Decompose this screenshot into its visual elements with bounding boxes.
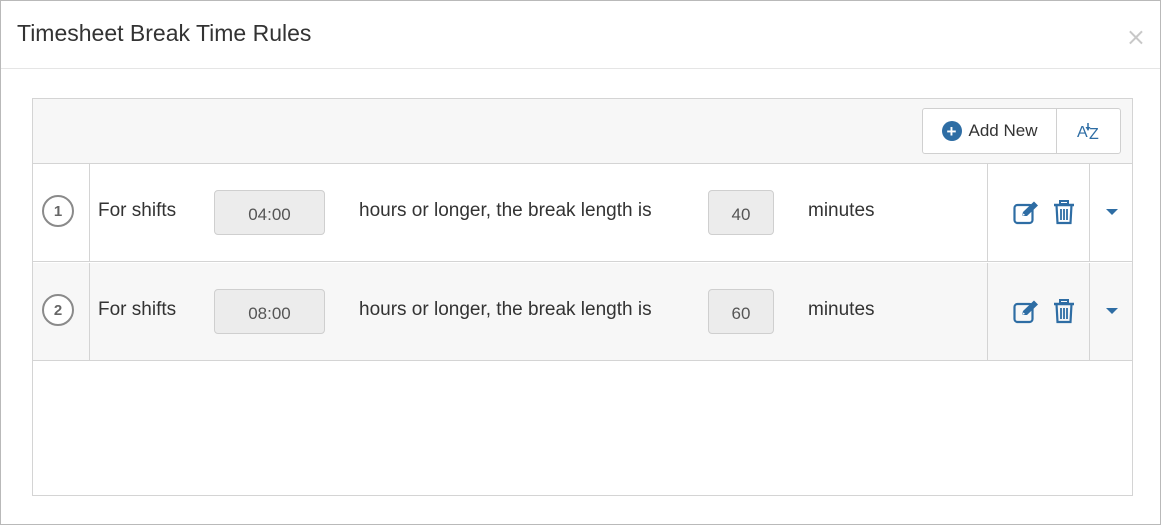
chevron-down-icon[interactable]: [1106, 209, 1118, 215]
edit-icon[interactable]: [1013, 299, 1040, 324]
rule-actions-cell: [987, 263, 1090, 360]
svg-text:A: A: [1077, 124, 1088, 141]
rules-panel: + Add New A Z 1 For shifts 04:00 hours o…: [32, 98, 1133, 496]
rule-prefix-text: For shifts: [98, 200, 177, 221]
plus-circle-icon: +: [941, 121, 962, 141]
trash-icon[interactable]: [1053, 200, 1075, 225]
minutes-field: 40: [708, 190, 774, 235]
rule-suffix-text: minutes: [808, 200, 875, 221]
trash-icon[interactable]: [1053, 299, 1075, 324]
sort-alpha-icon: A Z: [1077, 123, 1099, 142]
rule-number-badge: 2: [42, 294, 74, 326]
rule-middle-text: hours or longer, the break length is: [359, 200, 652, 221]
close-button[interactable]: ×: [1126, 25, 1146, 49]
svg-text:Z: Z: [1089, 126, 1099, 142]
rule-suffix-text: minutes: [808, 299, 875, 320]
rule-middle-text: hours or longer, the break length is: [359, 299, 652, 320]
rule-actions-cell: [987, 164, 1090, 261]
rules-toolbar: + Add New A Z: [33, 99, 1132, 164]
hours-field: 08:00: [214, 289, 325, 334]
rule-number-badge: 1: [42, 195, 74, 227]
add-new-label: Add New: [968, 121, 1038, 140]
break-rules-dialog: Timesheet Break Time Rules × + Add New A…: [0, 0, 1161, 525]
rule-row: 2 For shifts 08:00 hours or longer, the …: [33, 263, 1132, 361]
minutes-field: 60: [708, 289, 774, 334]
chevron-down-icon[interactable]: [1106, 308, 1118, 314]
rule-number-cell: 2: [33, 263, 90, 360]
add-new-button[interactable]: + Add New: [923, 109, 1056, 153]
edit-icon[interactable]: [1013, 200, 1040, 225]
rule-number-cell: 1: [33, 164, 90, 261]
toolbar-button-group: + Add New A Z: [922, 108, 1121, 154]
dialog-title: Timesheet Break Time Rules: [17, 20, 312, 46]
rule-prefix-text: For shifts: [98, 299, 177, 320]
dialog-header: Timesheet Break Time Rules ×: [1, 1, 1160, 69]
rule-row: 1 For shifts 04:00 hours or longer, the …: [33, 164, 1132, 262]
sort-az-button[interactable]: A Z: [1056, 109, 1120, 153]
hours-field: 04:00: [214, 190, 325, 235]
